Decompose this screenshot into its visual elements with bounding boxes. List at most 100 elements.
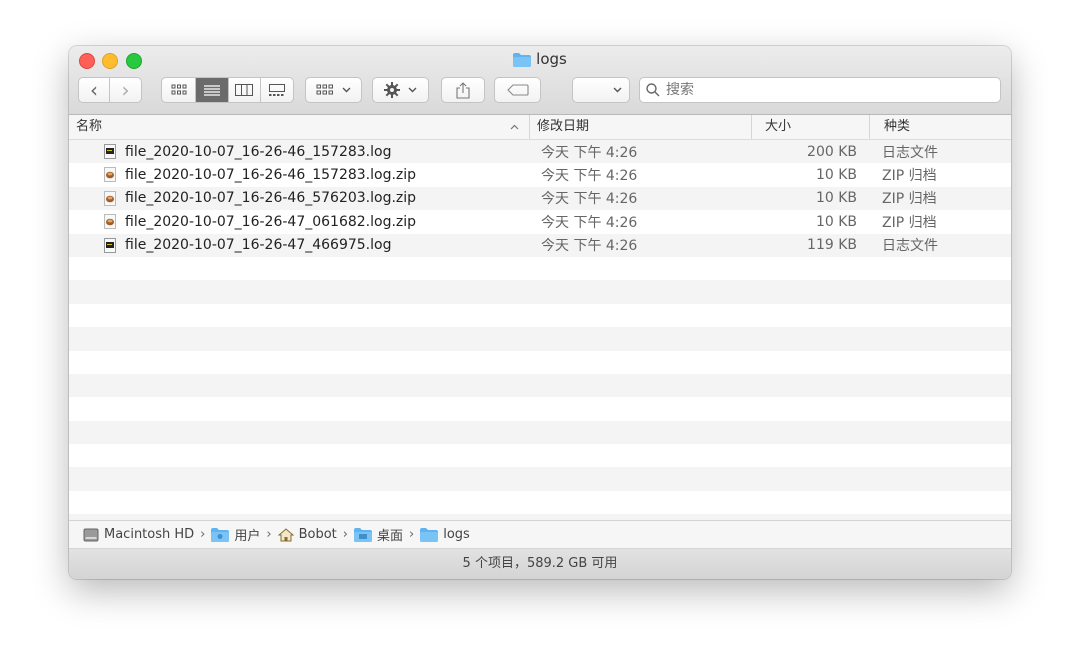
file-size: 119 KB bbox=[807, 237, 857, 254]
path-item-label: Macintosh HD bbox=[104, 527, 195, 542]
file-kind: ZIP 归档 bbox=[882, 168, 937, 185]
column-header-date-label: 修改日期 bbox=[537, 119, 590, 134]
share-icon bbox=[456, 81, 470, 99]
search-input[interactable] bbox=[664, 81, 988, 99]
empty-row bbox=[69, 491, 1011, 514]
search-icon bbox=[646, 83, 660, 97]
file-size: 200 KB bbox=[807, 143, 857, 160]
file-name: file_2020-10-07_16-26-46_157283.log.zip bbox=[125, 167, 417, 184]
view-options-dropdown[interactable] bbox=[572, 77, 630, 103]
log-file-icon bbox=[104, 144, 116, 159]
status-bar: 5 个项目，589.2 GB 可用 bbox=[69, 549, 1011, 579]
file-date: 今天 下午 4:26 bbox=[541, 144, 638, 161]
file-kind: 日志文件 bbox=[882, 144, 938, 161]
column-header-name-label: 名称 bbox=[76, 119, 103, 134]
file-row[interactable]: file_2020-10-07_16-26-46_576203.log.zip 今… bbox=[69, 186, 1011, 211]
column-header-kind-label: 种类 bbox=[884, 119, 911, 134]
file-size: 10 KB bbox=[815, 167, 857, 184]
column-header-bar: 名称 修改日期 大小 种类 bbox=[69, 115, 1011, 140]
empty-row bbox=[69, 304, 1011, 327]
file-date: 今天 下午 4:26 bbox=[541, 191, 638, 208]
file-row[interactable]: file_2020-10-07_16-26-47_061682.log.zip 今… bbox=[69, 210, 1011, 233]
gear-icon bbox=[384, 82, 400, 98]
empty-row bbox=[69, 420, 1011, 445]
column-header-size[interactable]: 大小 bbox=[751, 115, 869, 139]
file-row[interactable]: file_2020-10-07_16-26-46_157283.log 今天 下午… bbox=[69, 140, 1011, 164]
file-row[interactable]: file_2020-10-07_16-26-46_157283.log.zip 今… bbox=[69, 163, 1011, 186]
zip-archive-icon bbox=[104, 190, 116, 206]
column-header-kind[interactable]: 种类 bbox=[869, 115, 1011, 139]
search-field[interactable] bbox=[639, 77, 1001, 103]
share-button[interactable] bbox=[441, 77, 485, 103]
grid-icon bbox=[171, 84, 187, 95]
empty-row bbox=[69, 280, 1011, 304]
file-size: 10 KB bbox=[815, 213, 857, 230]
chevron-right-icon: › bbox=[266, 527, 272, 542]
forward-button[interactable]: › bbox=[110, 78, 141, 102]
path-item-label: 用户 bbox=[234, 529, 261, 544]
back-forward-group: ‹ › bbox=[78, 77, 142, 103]
column-header-size-label: 大小 bbox=[765, 119, 792, 134]
columns-icon bbox=[235, 84, 254, 96]
tag-icon bbox=[506, 84, 529, 96]
path-item[interactable]: logs bbox=[420, 527, 470, 542]
file-row[interactable]: file_2020-10-07_16-26-47_466975.log 今天 下午… bbox=[69, 233, 1011, 257]
folder-icon bbox=[513, 53, 532, 67]
file-size: 10 KB bbox=[815, 190, 857, 207]
window-title: logs bbox=[69, 50, 1011, 68]
gallery-view-button[interactable] bbox=[261, 78, 294, 102]
chevron-right-icon: › bbox=[409, 527, 415, 542]
file-list: file_2020-10-07_16-26-46_157283.log 今天 下午… bbox=[69, 140, 1011, 520]
desktop-folder-icon bbox=[353, 527, 372, 542]
path-item-label: Bobot bbox=[298, 527, 337, 542]
chevron-right-icon: › bbox=[342, 527, 348, 542]
chevron-right-icon: › bbox=[200, 527, 206, 542]
path-item[interactable]: Bobot › bbox=[277, 527, 354, 542]
action-menu-button[interactable] bbox=[372, 77, 429, 103]
file-name: file_2020-10-07_16-26-47_466975.log bbox=[125, 237, 392, 254]
file-date: 今天 下午 4:26 bbox=[541, 168, 638, 185]
empty-row bbox=[69, 351, 1011, 374]
window-title-text: logs bbox=[536, 50, 567, 68]
list-view-button[interactable] bbox=[196, 78, 229, 102]
path-item[interactable]: 桌面 › bbox=[353, 525, 420, 544]
file-name: file_2020-10-07_16-26-46_576203.log.zip bbox=[125, 190, 417, 207]
column-header-name[interactable]: 名称 bbox=[69, 115, 529, 139]
path-item-label: 桌面 bbox=[376, 529, 403, 544]
path-item[interactable]: Macintosh HD › bbox=[83, 527, 211, 542]
chevron-down-icon bbox=[408, 87, 417, 93]
file-name: file_2020-10-07_16-26-47_061682.log.zip bbox=[125, 213, 417, 230]
icon-view-button[interactable] bbox=[162, 78, 197, 102]
toolbar: logs ‹ › bbox=[69, 46, 1011, 115]
back-button[interactable]: ‹ bbox=[79, 78, 111, 102]
file-date: 今天 下午 4:26 bbox=[541, 238, 638, 255]
chevron-down-icon bbox=[613, 87, 622, 93]
empty-row bbox=[69, 327, 1011, 351]
empty-row bbox=[69, 444, 1011, 467]
empty-row bbox=[69, 467, 1011, 491]
path-item[interactable]: 用户 › bbox=[211, 525, 277, 544]
users-folder-icon bbox=[211, 527, 230, 542]
path-item-label: logs bbox=[443, 527, 470, 542]
empty-row bbox=[69, 373, 1011, 398]
path-bar: Macintosh HD › 用户 › Bobot › 桌面 › logs bbox=[69, 520, 1011, 549]
gallery-icon bbox=[268, 84, 285, 96]
empty-row bbox=[69, 397, 1011, 420]
file-date: 今天 下午 4:26 bbox=[541, 214, 638, 231]
file-kind: ZIP 归档 bbox=[882, 191, 937, 208]
group-by-button[interactable] bbox=[305, 77, 362, 103]
finder-window: logs ‹ › 搜索 名称 修改日期 大小 种类 file_2020-10-0… bbox=[69, 46, 1011, 579]
hard-drive-icon bbox=[83, 528, 99, 541]
tags-button[interactable] bbox=[494, 77, 541, 103]
status-text: 5 个项目，589.2 GB 可用 bbox=[462, 556, 618, 571]
grid-icon bbox=[316, 84, 333, 95]
home-icon bbox=[277, 527, 294, 541]
empty-row bbox=[69, 257, 1011, 280]
zip-archive-icon bbox=[104, 214, 116, 230]
column-view-button[interactable] bbox=[229, 78, 261, 102]
log-file-icon bbox=[104, 237, 116, 253]
column-header-date[interactable]: 修改日期 bbox=[529, 115, 751, 139]
file-kind: ZIP 归档 bbox=[882, 214, 937, 231]
sort-ascending-icon bbox=[510, 124, 519, 130]
file-kind: 日志文件 bbox=[882, 238, 938, 255]
